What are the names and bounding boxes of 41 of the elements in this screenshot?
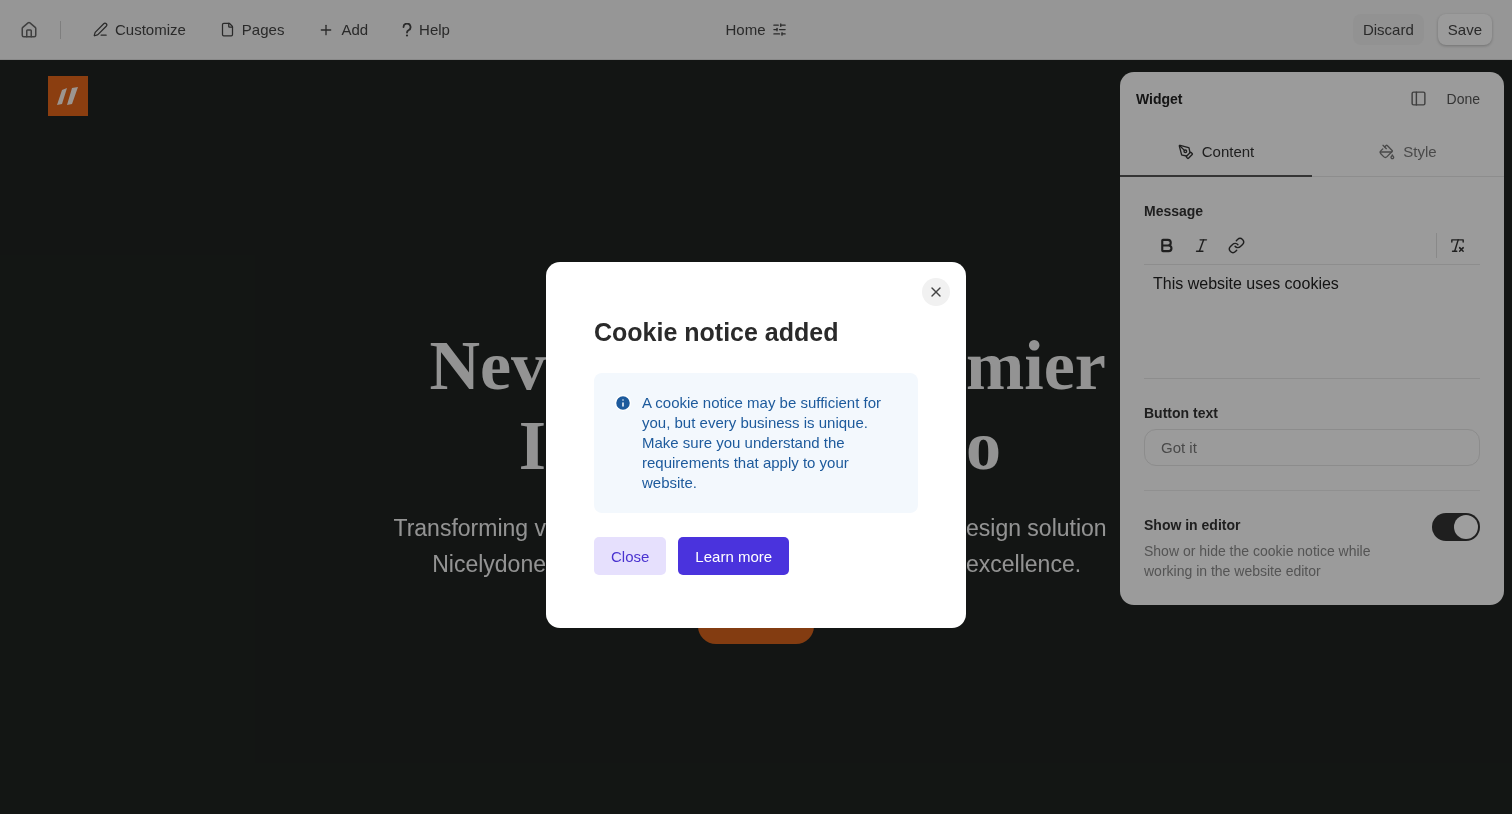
button-text-field[interactable]: Got it	[1144, 429, 1480, 466]
subtitle-text: esign solution	[966, 514, 1107, 543]
home-icon[interactable]	[20, 20, 38, 39]
field-label: Show in editor	[1144, 517, 1242, 533]
done-button[interactable]: Done	[1446, 90, 1480, 107]
headline-text: mier	[966, 326, 1106, 406]
learn-more-button[interactable]: Learn more	[678, 537, 790, 575]
pen-icon	[1177, 143, 1194, 160]
dialog-title: Cookie notice added	[594, 318, 840, 347]
sliders-icon	[771, 22, 787, 37]
tab[interactable]: Style	[1312, 127, 1504, 177]
subtitle-text: Transforming v	[393, 514, 546, 543]
headline-text: Nev	[429, 326, 546, 406]
field-label: Button text	[1144, 405, 1219, 421]
toolbar-item[interactable]: Add	[308, 15, 379, 44]
toolbar-item[interactable]: Pages	[209, 15, 295, 44]
subtitle-text: excellence.	[966, 550, 1082, 579]
close-button[interactable]: Close	[594, 537, 667, 575]
message-editor[interactable]: This website uses cookies	[1144, 265, 1480, 379]
info-icon	[614, 394, 632, 412]
headline-text: o	[966, 406, 1001, 486]
discard-button[interactable]: Discard	[1352, 14, 1424, 45]
pen-icon	[93, 22, 108, 37]
field-label: Message	[1144, 203, 1205, 219]
close-button[interactable]	[922, 278, 950, 306]
headline-text: I	[518, 406, 546, 486]
panel-icon[interactable]	[1409, 90, 1427, 107]
toolbar-item[interactable]: Customize	[83, 15, 196, 44]
toolbar-item[interactable]: Help	[392, 15, 460, 44]
page-selector[interactable]: Home	[719, 20, 793, 39]
notice-text: A cookie notice may be sufficient for you, but every business is unique. Make sure you understand the requirements that apply to your website.	[642, 393, 883, 493]
tab[interactable]: Content	[1120, 127, 1312, 177]
save-button[interactable]: Save	[1437, 14, 1492, 45]
subtitle-text: Nicelydone	[432, 550, 546, 579]
logo-icon	[48, 76, 88, 116]
help-icon	[402, 22, 413, 37]
page-icon	[219, 22, 235, 37]
paint-bucket-icon	[1379, 143, 1396, 160]
field-description: Show or hide the cookie notice while working in the website editor	[1144, 542, 1372, 581]
toggle-switch[interactable]	[1432, 513, 1480, 541]
panel-title: Widget	[1136, 90, 1184, 107]
